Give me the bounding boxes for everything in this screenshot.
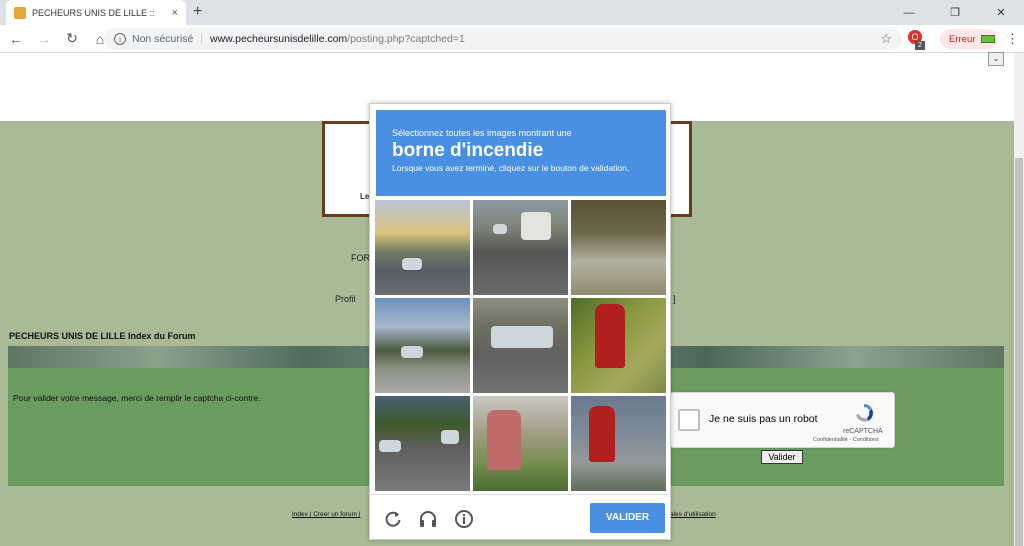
forum-link[interactable]: FOR — [351, 253, 370, 263]
security-label: Non sécurisé — [132, 33, 194, 45]
extension-badge: 2 — [915, 41, 925, 50]
restore-button[interactable]: ❐ — [932, 0, 978, 25]
image-tile-car-road[interactable] — [473, 298, 568, 393]
verify-button[interactable]: VALIDER — [590, 503, 665, 533]
challenge-instruction: Sélectionnez toutes les images montrant … — [392, 128, 572, 138]
image-grid — [375, 200, 666, 491]
address-bar[interactable]: i Non sécurisé | www.pecheursunisdelille… — [104, 28, 902, 50]
scrollbar-thumb[interactable] — [1015, 158, 1023, 546]
tab-bar: PECHEURS UNIS DE LILLE :: × + — ❐ ✕ — [0, 0, 1024, 25]
battery-icon — [981, 35, 996, 43]
footer-links[interactable]: Index | Creer un forum | — [292, 511, 360, 518]
valider-button[interactable]: Valider — [761, 450, 803, 464]
challenge-target: borne d'incendie — [392, 140, 544, 161]
divider: | — [200, 33, 204, 45]
info-icon[interactable]: i — [114, 33, 126, 45]
profil-link[interactable]: Profil — [335, 294, 356, 304]
reload-icon[interactable] — [383, 509, 403, 529]
browser-toolbar: ← → ↻ ⌂ i Non sécurisé | www.pecheursuni… — [0, 25, 1024, 53]
image-tile-shop-street[interactable] — [375, 298, 470, 393]
image-tile-fire-hydrant[interactable] — [571, 396, 666, 491]
forum-index-title[interactable]: PECHEURS UNIS DE LILLE Index du Forum — [9, 331, 196, 341]
logo-caption: Le — [360, 192, 370, 201]
url-path: /posting.php?captched=1 — [347, 33, 465, 45]
captcha-message: Pour valider votre message, merci de rem… — [13, 393, 261, 403]
recaptcha-checkbox[interactable] — [678, 409, 700, 431]
audio-challenge-icon[interactable] — [418, 509, 438, 529]
challenge-footer: VALIDER — [370, 494, 670, 540]
site-favicon-icon — [14, 6, 26, 19]
back-button[interactable]: ← — [4, 31, 28, 47]
recaptcha-logo-icon — [856, 404, 873, 422]
challenge-sub-instruction: Lorsque vous avez terminé, cliquez sur l… — [392, 163, 630, 173]
footer-links-right[interactable]: ales d'utilisation — [670, 511, 716, 518]
error-label: Erreur — [949, 33, 976, 45]
image-tile-fire-hydrant[interactable] — [473, 396, 568, 491]
image-tile-parked-cars[interactable] — [375, 396, 470, 491]
tab-close-icon[interactable]: × — [172, 7, 178, 19]
image-tile-yard[interactable] — [571, 200, 666, 295]
recaptcha-brand: reCAPTCHA — [843, 428, 883, 435]
profile-error-button[interactable]: Erreur — [940, 29, 998, 49]
bookmark-star-icon[interactable]: ☆ — [880, 31, 892, 47]
window-controls: — ❐ ✕ — [886, 0, 1024, 25]
reload-button[interactable]: ↻ — [60, 30, 84, 47]
forward-button[interactable]: → — [32, 31, 56, 47]
recaptcha-label: Je ne suis pas un robot — [709, 413, 818, 425]
nav-bracket: ] — [673, 294, 676, 304]
image-tile-truck-road[interactable] — [473, 200, 568, 295]
challenge-header: Sélectionnez toutes les images montrant … — [376, 110, 666, 196]
close-window-button[interactable]: ✕ — [978, 0, 1024, 25]
browser-tab[interactable]: PECHEURS UNIS DE LILLE :: × — [6, 0, 186, 25]
minimize-button[interactable]: — — [886, 0, 932, 25]
captcha-challenge: Sélectionnez toutes les images montrant … — [369, 103, 671, 540]
url-host: www.pecheursunisdelille.com — [210, 33, 348, 45]
image-tile-street[interactable] — [375, 200, 470, 295]
dropdown-icon[interactable]: ⌄ — [988, 52, 1004, 66]
tab-title: PECHEURS UNIS DE LILLE :: — [32, 7, 155, 18]
image-tile-fire-hydrant[interactable] — [571, 298, 666, 393]
menu-icon[interactable]: ⋮ — [1006, 31, 1019, 47]
recaptcha-links[interactable]: Confidentialité - Conditions — [813, 437, 879, 443]
info-help-icon[interactable] — [454, 509, 474, 529]
recaptcha-widget: Je ne suis pas un robot reCAPTCHA Confid… — [670, 392, 895, 448]
new-tab-button[interactable]: + — [193, 3, 202, 21]
